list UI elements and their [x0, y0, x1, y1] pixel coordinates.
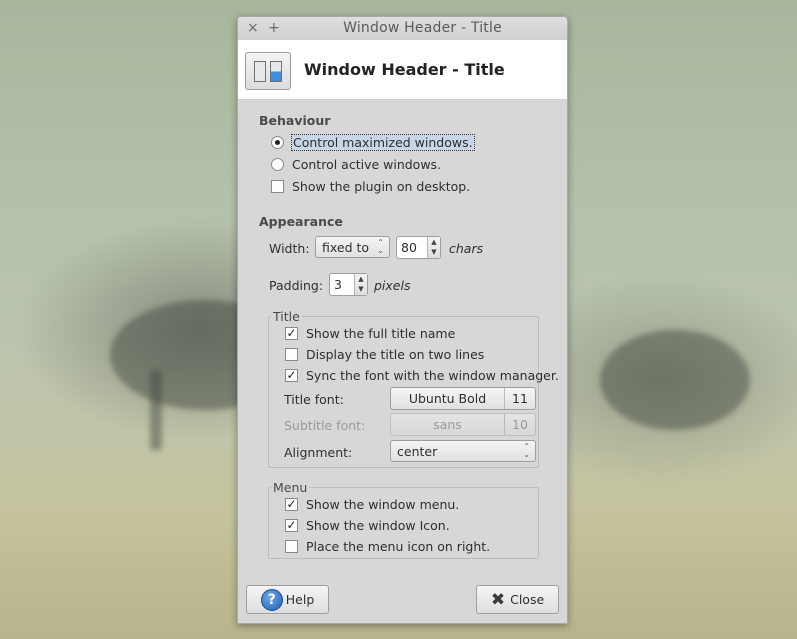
width-value: 80 [401, 240, 417, 255]
width-mode-combo[interactable]: fixed to ⌃ ⌄ [315, 236, 390, 258]
dialog-content: Behaviour Control maximized windows. Con… [238, 100, 567, 623]
header-title: Window Header - Title [304, 60, 505, 79]
width-label: Width: [269, 241, 310, 256]
alignment-label: Alignment: [284, 445, 353, 460]
width-value-spinner[interactable]: 80 ▲ ▼ [396, 236, 441, 259]
padding-unit: pixels [374, 278, 411, 293]
padding-value-spinner[interactable]: 3 ▲ ▼ [329, 273, 368, 296]
help-button-label: Help [285, 592, 315, 607]
checkbox-label: Display the title on two lines [306, 347, 485, 362]
radio-label: Control active windows. [292, 157, 442, 172]
background-tree [600, 330, 750, 430]
alignment-value: center [397, 443, 438, 459]
appearance-section-title: Appearance [259, 214, 343, 229]
subtitle-font-size: 10 [512, 417, 528, 432]
checkbox[interactable] [285, 540, 298, 553]
checkbox-label: Show the window menu. [306, 497, 460, 512]
spinner-arrows-icon[interactable]: ▲ ▼ [427, 237, 440, 258]
behaviour-section-title: Behaviour [259, 113, 331, 128]
checkbox[interactable]: ✓ [285, 519, 298, 532]
checkbox[interactable] [271, 180, 284, 193]
radio-control-maximized[interactable]: Control maximized windows. [271, 134, 475, 151]
menu-frame-title: Menu [271, 480, 310, 495]
padding-value: 3 [334, 277, 342, 292]
radio-button[interactable] [271, 158, 284, 171]
checkbox-two-lines[interactable]: Display the title on two lines [285, 347, 484, 362]
checkbox-show-on-desktop[interactable]: Show the plugin on desktop. [271, 179, 470, 194]
checkbox[interactable]: ✓ [285, 369, 298, 382]
dialog-header: Window Header - Title [238, 40, 567, 100]
padding-label: Padding: [269, 278, 324, 293]
checkbox-window-icon[interactable]: ✓ Show the window Icon. [285, 518, 450, 533]
checkbox[interactable]: ✓ [285, 498, 298, 511]
radio-label: Control maximized windows. [291, 134, 475, 151]
title-font-name: Ubuntu Bold [391, 388, 505, 409]
spinner-arrows-icon[interactable]: ▲ ▼ [354, 274, 367, 295]
checkbox-label: Show the plugin on desktop. [292, 179, 471, 194]
title-font-size: 11 [512, 391, 528, 406]
width-unit: chars [449, 241, 484, 256]
window-titlebar[interactable]: × + Window Header - Title [238, 17, 567, 41]
title-font-label: Title font: [284, 392, 344, 407]
checkbox-full-title[interactable]: ✓ Show the full title name [285, 326, 455, 341]
subtitle-font-name: sans [391, 414, 505, 435]
close-button[interactable]: ✖ Close [476, 585, 559, 614]
checkbox-menu-icon-right[interactable]: Place the menu icon on right. [285, 539, 490, 554]
updown-arrows-icon: ⌃ ⌄ [523, 442, 530, 459]
width-mode-value: fixed to [322, 239, 370, 255]
checkbox[interactable] [285, 348, 298, 361]
close-button-label: Close [510, 592, 545, 607]
radio-button[interactable] [271, 136, 284, 149]
help-icon: ? [260, 588, 283, 611]
background-tree-trunk [150, 370, 162, 450]
title-frame-title: Title [271, 309, 302, 324]
close-icon: ✖ [490, 589, 506, 610]
plugin-properties-dialog: × + Window Header - Title Window Header … [237, 16, 568, 624]
checkbox-window-menu[interactable]: ✓ Show the window menu. [285, 497, 459, 512]
title-font-button[interactable]: Ubuntu Bold 11 [390, 387, 536, 410]
subtitle-font-button: sans 10 [390, 413, 536, 436]
checkbox-label: Show the full title name [306, 326, 456, 341]
window-title: Window Header - Title [343, 20, 502, 36]
checkbox-label: Sync the font with the window manager. [306, 368, 559, 383]
alignment-combo[interactable]: center ⌃ ⌄ [390, 440, 536, 462]
checkbox-label: Show the window Icon. [306, 518, 450, 533]
checkbox-label: Place the menu icon on right. [306, 539, 491, 554]
checkbox[interactable]: ✓ [285, 327, 298, 340]
radio-control-active[interactable]: Control active windows. [271, 157, 441, 172]
toggle-switch-icon [245, 52, 291, 90]
updown-arrows-icon: ⌃ ⌄ [377, 238, 384, 255]
help-button[interactable]: ? Help [246, 585, 329, 614]
subtitle-font-label: Subtitle font: [284, 418, 366, 433]
checkbox-sync-font[interactable]: ✓ Sync the font with the window manager. [285, 368, 559, 383]
